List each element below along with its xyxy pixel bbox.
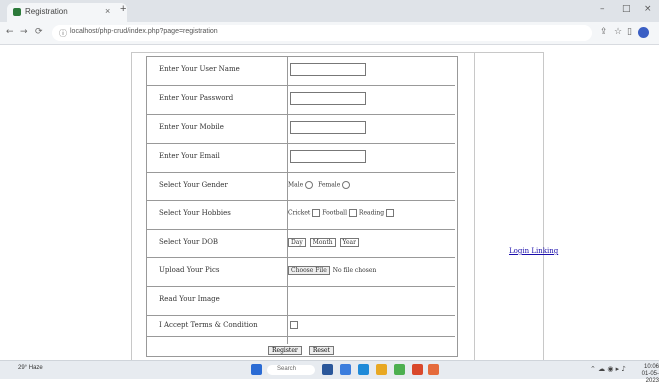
reload-icon[interactable]: ⟳ [35,27,43,37]
favicon-icon [13,8,21,16]
gender-male-radio[interactable] [305,181,314,189]
choose-file-button[interactable]: Choose File [288,266,330,275]
upload-label: Upload Your Pics [159,266,220,274]
browser-toolbar: ← → ⟳ ⓘ localhost/php-crud/index.php?pag… [0,22,659,45]
sidebar-icon[interactable]: ▯ [627,27,632,37]
dob-selects: Day Month Year [288,238,361,247]
xampp-icon[interactable] [428,364,439,375]
tab-close-icon[interactable]: × [105,6,110,16]
file-explorer-icon[interactable] [376,364,387,375]
dob-label: Select Your DOB [159,238,219,246]
row-dob: Select Your DOB Day Month Year [147,230,455,258]
minimize-icon[interactable]: – [600,4,605,14]
new-tab-button[interactable]: + [120,3,126,15]
mobile-label: Enter Your Mobile [159,123,224,131]
gender-female-label: Female [318,181,341,189]
chrome-icon[interactable] [394,364,405,375]
taskbar-search-label: Search [277,366,297,372]
site-info-icon[interactable]: ⓘ [59,28,67,39]
password-input[interactable] [290,92,366,105]
page-content: Enter Your User Name Enter Your Password… [0,45,659,361]
browser-tab-bar: Registration × + – □ × [0,0,659,22]
forward-icon[interactable]: → [20,27,28,37]
browser-tab[interactable]: Registration × [7,3,127,22]
hobby-reading-label: Reading [358,209,385,217]
upload-control: Choose File No file chosen [288,266,376,275]
gender-male-label: Male [288,181,304,189]
hobby-cricket-checkbox[interactable] [312,209,321,217]
row-mobile: Enter Your Mobile [147,115,455,144]
weather-widget[interactable]: 29° Haze [18,365,43,371]
row-hobbies: Select Your Hobbies Cricket Football Rea… [147,201,455,230]
start-icon[interactable] [251,364,262,375]
email-input[interactable] [290,150,366,163]
row-email: Enter Your Email [147,144,455,173]
weather-desc: Haze [28,365,43,371]
row-password: Enter Your Password [147,86,455,115]
tab-title: Registration [25,7,68,16]
close-window-icon[interactable]: × [644,4,652,14]
mobile-input[interactable] [290,121,366,134]
file-status: No file chosen [332,267,377,274]
gender-female-radio[interactable] [342,181,351,189]
share-icon[interactable]: ⇪ [600,27,608,37]
bookmark-icon[interactable]: ☆ [614,27,622,37]
password-label: Enter Your Password [159,94,234,102]
row-gender: Select Your Gender Male Female [147,173,455,201]
maximize-icon[interactable]: □ [622,4,631,14]
row-read-image: Read Your Image [147,287,455,316]
row-username: Enter Your User Name [147,57,455,86]
username-label: Enter Your User Name [159,65,240,73]
read-image-label: Read Your Image [159,295,220,303]
weather-temp: 29° [18,365,28,371]
hobby-football-checkbox[interactable] [349,209,357,217]
gender-options: Male Female [288,181,353,189]
profile-avatar[interactable] [638,27,649,38]
hobbies-label: Select Your Hobbies [159,209,231,217]
form-actions: Register Reset [147,337,455,355]
dob-day-select[interactable]: Day [288,238,306,247]
hobbies-options: Cricket Football Reading [288,209,395,217]
terms-checkbox[interactable] [290,321,298,329]
register-button[interactable]: Register [268,346,302,355]
dob-month-select[interactable]: Month [309,238,336,247]
hobby-football-label: Football [322,209,347,217]
terms-label: I Accept Terms & Condition [159,321,258,329]
reset-button[interactable]: Reset [308,346,334,355]
gender-label: Select Your Gender [159,181,228,189]
dob-year-select[interactable]: Year [339,238,359,247]
taskbar-search[interactable]: Search [267,365,315,375]
hobby-reading-checkbox[interactable] [386,209,395,217]
clock-date: 01-05-2023 [641,371,659,384]
url-text: localhost/php-crud/index.php?page=regist… [70,28,218,35]
row-upload: Upload Your Pics Choose File No file chos… [147,258,455,287]
hobby-cricket-label: Cricket [288,209,311,217]
edge-icon[interactable] [340,364,351,375]
email-label: Enter Your Email [159,152,220,160]
row-terms: I Accept Terms & Condition [147,316,455,337]
frame-divider [474,52,475,360]
explorer-icon[interactable] [358,364,369,375]
clock-time: 10:06 [643,364,659,370]
address-bar[interactable]: ⓘ localhost/php-crud/index.php?page=regi… [52,25,592,41]
side-link[interactable]: Login Linking [509,247,558,255]
taskbar-clock[interactable]: 10:06 01-05-2023 [632,364,659,385]
back-icon[interactable]: ← [6,27,14,37]
windows-taskbar: 29° Haze Search ⌃ ☁ ◉ ▸ ♪ 10:06 01-05-20… [0,360,659,384]
task-view-icon[interactable] [322,364,333,375]
app-icon[interactable] [412,364,423,375]
terms-control [288,321,298,329]
system-tray[interactable]: ⌃ ☁ ◉ ▸ ♪ [590,365,626,373]
username-input[interactable] [290,63,366,76]
